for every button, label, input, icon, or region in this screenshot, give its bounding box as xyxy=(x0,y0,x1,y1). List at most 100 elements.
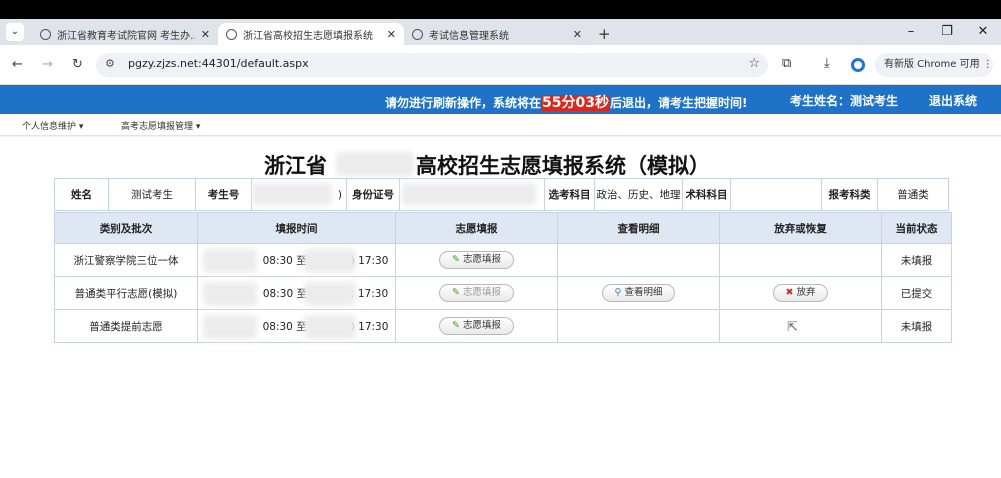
warning-suffix: 后退出，请考生把握时间! xyxy=(609,96,748,110)
fill-label: 志愿填报 xyxy=(462,254,501,265)
close-tab-icon[interactable]: ✕ xyxy=(201,28,210,41)
close-tab-icon[interactable]: ✕ xyxy=(387,28,396,41)
redacted-year xyxy=(336,152,414,176)
redacted-date xyxy=(304,249,356,273)
profile-icon[interactable] xyxy=(851,58,865,72)
countdown-timer: 55分03秒 xyxy=(541,95,610,111)
skill-value xyxy=(730,178,822,211)
update-chrome-label: 有新版 Chrome 可用 xyxy=(884,59,980,70)
fill-button[interactable]: ✎ 志愿填报 xyxy=(439,317,514,335)
tab-title: 考试信息管理系统 xyxy=(429,30,509,42)
col-status: 当前状态 xyxy=(881,212,952,244)
id-label: 身份证号 xyxy=(346,178,400,211)
main-content: 浙江省 高校招生志愿填报系统（模拟） 姓名 测试考生 考生号 ) 身份证号 选考… xyxy=(0,137,1001,478)
extensions-icon[interactable]: ⧉ xyxy=(782,56,791,71)
table-row: 浙江警察学院三位一体 08:30 至) 17:30 ✎ 志愿填报 未填报 xyxy=(54,243,952,277)
tab-title: 浙江省教育考试院官网 考生办… xyxy=(57,30,195,42)
logout-link[interactable]: 退出系统 xyxy=(929,92,977,109)
mouse-cursor-icon: ⇱ xyxy=(787,320,798,335)
address-toolbar: ← → ↻ ⚙ pgzy.zjzs.net:44301/default.aspx… xyxy=(0,45,1001,85)
category-label: 报考科类 xyxy=(821,178,878,211)
abandon-cell xyxy=(719,309,882,343)
page-title-left: 浙江省 xyxy=(264,154,327,178)
student-name: 考生姓名：测试考生 xyxy=(790,94,899,108)
redacted-id xyxy=(402,183,536,205)
site-info-icon[interactable]: ⚙ xyxy=(105,57,115,70)
subjects-value: 政治、历史、地理 xyxy=(594,178,683,211)
close-window-icon[interactable]: ✕ xyxy=(965,19,1001,45)
status-cell: 已提交 xyxy=(881,276,952,310)
table-row: 普通类提前志愿 08:30 至) 17:30 ✎ 志愿填报 未填报 xyxy=(54,309,952,343)
menu-application-manage[interactable]: 高考志愿填报管理 ▾ xyxy=(121,119,200,132)
redacted-date xyxy=(203,315,257,339)
time-start: 08:30 至 xyxy=(262,254,307,267)
fill-label: 志愿填报 xyxy=(462,320,501,331)
abandon-cell xyxy=(719,243,882,277)
detail-cell: ⚲ 查看明细 xyxy=(557,276,720,310)
batch-cell: 普通类平行志愿(模拟) xyxy=(54,276,198,310)
browser-tab-3[interactable]: 考试信息管理系统 ✕ xyxy=(404,23,590,45)
abandon-label: 放弃 xyxy=(796,287,816,298)
detail-label: 查看明细 xyxy=(624,287,663,298)
browser-tab-1[interactable]: 浙江省教育考试院官网 考生办… ✕ xyxy=(32,23,218,45)
col-time: 填报时间 xyxy=(197,212,396,244)
name-value: 测试考生 xyxy=(108,178,196,211)
redacted-exam-no xyxy=(252,183,332,205)
tab-search-button[interactable]: ⌄ xyxy=(6,23,24,41)
logout-warning: 请勿进行刷新操作，系统将在55分03秒后退出，请考生把握时间! xyxy=(385,92,747,112)
category-value: 普通类 xyxy=(877,178,949,211)
url-text: pgzy.zjzs.net:44301/default.aspx xyxy=(128,57,309,70)
reload-icon[interactable]: ↻ xyxy=(72,57,83,72)
browser-tab-strip: ⌄ 浙江省教育考试院官网 考生办… ✕ 浙江省高校招生志愿填报系统 ✕ 考试信息… xyxy=(0,19,1001,45)
time-end: ) 17:30 xyxy=(350,320,389,333)
pencil-icon: ✎ xyxy=(452,320,460,331)
detail-cell xyxy=(557,309,720,343)
close-tab-icon[interactable]: ✕ xyxy=(573,28,582,41)
batch-cell: 普通类提前志愿 xyxy=(54,309,198,343)
back-icon[interactable]: ← xyxy=(12,57,23,72)
screen-top-border xyxy=(0,0,1001,19)
table-row: 普通类平行志愿(模拟) 08:30 至 ; 17:30 ✎ 志愿填报 ⚲ 查看明细 ✖… xyxy=(54,276,952,310)
download-icon[interactable]: ⤓ xyxy=(824,56,830,71)
main-menu: 个人信息维护 ▾ 高考志愿填报管理 ▾ xyxy=(0,114,1001,136)
restore-icon[interactable]: ❐ xyxy=(929,19,965,45)
fill-button[interactable]: ✎ 志愿填报 xyxy=(439,284,514,302)
table-header: 类别及批次 填报时间 志愿填报 查看明细 放弃或恢复 当前状态 xyxy=(54,212,952,244)
batch-cell: 浙江警察学院三位一体 xyxy=(54,243,198,277)
redacted-date xyxy=(203,249,257,273)
name-label: 姓名 xyxy=(54,178,109,211)
header-banner: 请勿进行刷新操作，系统将在55分03秒后退出，请考生把握时间! 考生姓名：测试考… xyxy=(0,85,1001,114)
col-detail: 查看明细 xyxy=(557,212,720,244)
skill-label: 术科科目 xyxy=(682,178,731,211)
magnifier-icon: ⚲ xyxy=(614,287,622,298)
exam-no-label: 考生号 xyxy=(195,178,252,211)
browser-tab-2[interactable]: 浙江省高校招生志愿填报系统 ✕ xyxy=(218,23,404,45)
tab-title: 浙江省高校招生志愿填报系统 xyxy=(243,30,373,42)
fill-button[interactable]: ✎ 志愿填报 xyxy=(439,251,514,269)
window-controls: – ❐ ✕ xyxy=(893,19,1001,45)
red-x-icon: ✖ xyxy=(785,287,794,298)
redacted-date xyxy=(203,282,257,306)
fill-label: 志愿填报 xyxy=(462,287,501,298)
fill-cell: ✎ 志愿填报 xyxy=(395,309,558,343)
forward-icon[interactable]: → xyxy=(42,57,53,72)
time-start: 08:30 至 xyxy=(262,287,307,300)
new-tab-icon[interactable]: + xyxy=(598,23,611,45)
bookmark-star-icon[interactable]: ☆ xyxy=(748,56,760,71)
view-detail-button[interactable]: ⚲ 查看明细 xyxy=(601,284,676,302)
application-table: 类别及批次 填报时间 志愿填报 查看明细 放弃或恢复 当前状态 浙江警察学院三位… xyxy=(54,212,952,343)
menu-personal-info[interactable]: 个人信息维护 ▾ xyxy=(22,119,83,132)
minimize-icon[interactable]: – xyxy=(893,19,929,45)
redacted-date xyxy=(304,315,356,339)
abandon-cell: ✖ 放弃 xyxy=(719,276,882,310)
page-title-right: 高校招生志愿填报系统（模拟） xyxy=(416,154,710,178)
time-start: 08:30 至 xyxy=(262,320,307,333)
col-abandon: 放弃或恢复 xyxy=(719,212,882,244)
address-bar[interactable]: ⚙ pgzy.zjzs.net:44301/default.aspx ☆ xyxy=(96,53,768,77)
col-batch: 类别及批次 xyxy=(54,212,198,244)
update-chrome-button[interactable]: 有新版 Chrome 可用 ⋮ xyxy=(875,53,993,77)
abandon-button[interactable]: ✖ 放弃 xyxy=(772,284,829,302)
globe-icon xyxy=(226,28,237,40)
status-cell: 未填报 xyxy=(881,243,952,277)
warning-prefix: 请勿进行刷新操作，系统将在 xyxy=(385,96,542,110)
